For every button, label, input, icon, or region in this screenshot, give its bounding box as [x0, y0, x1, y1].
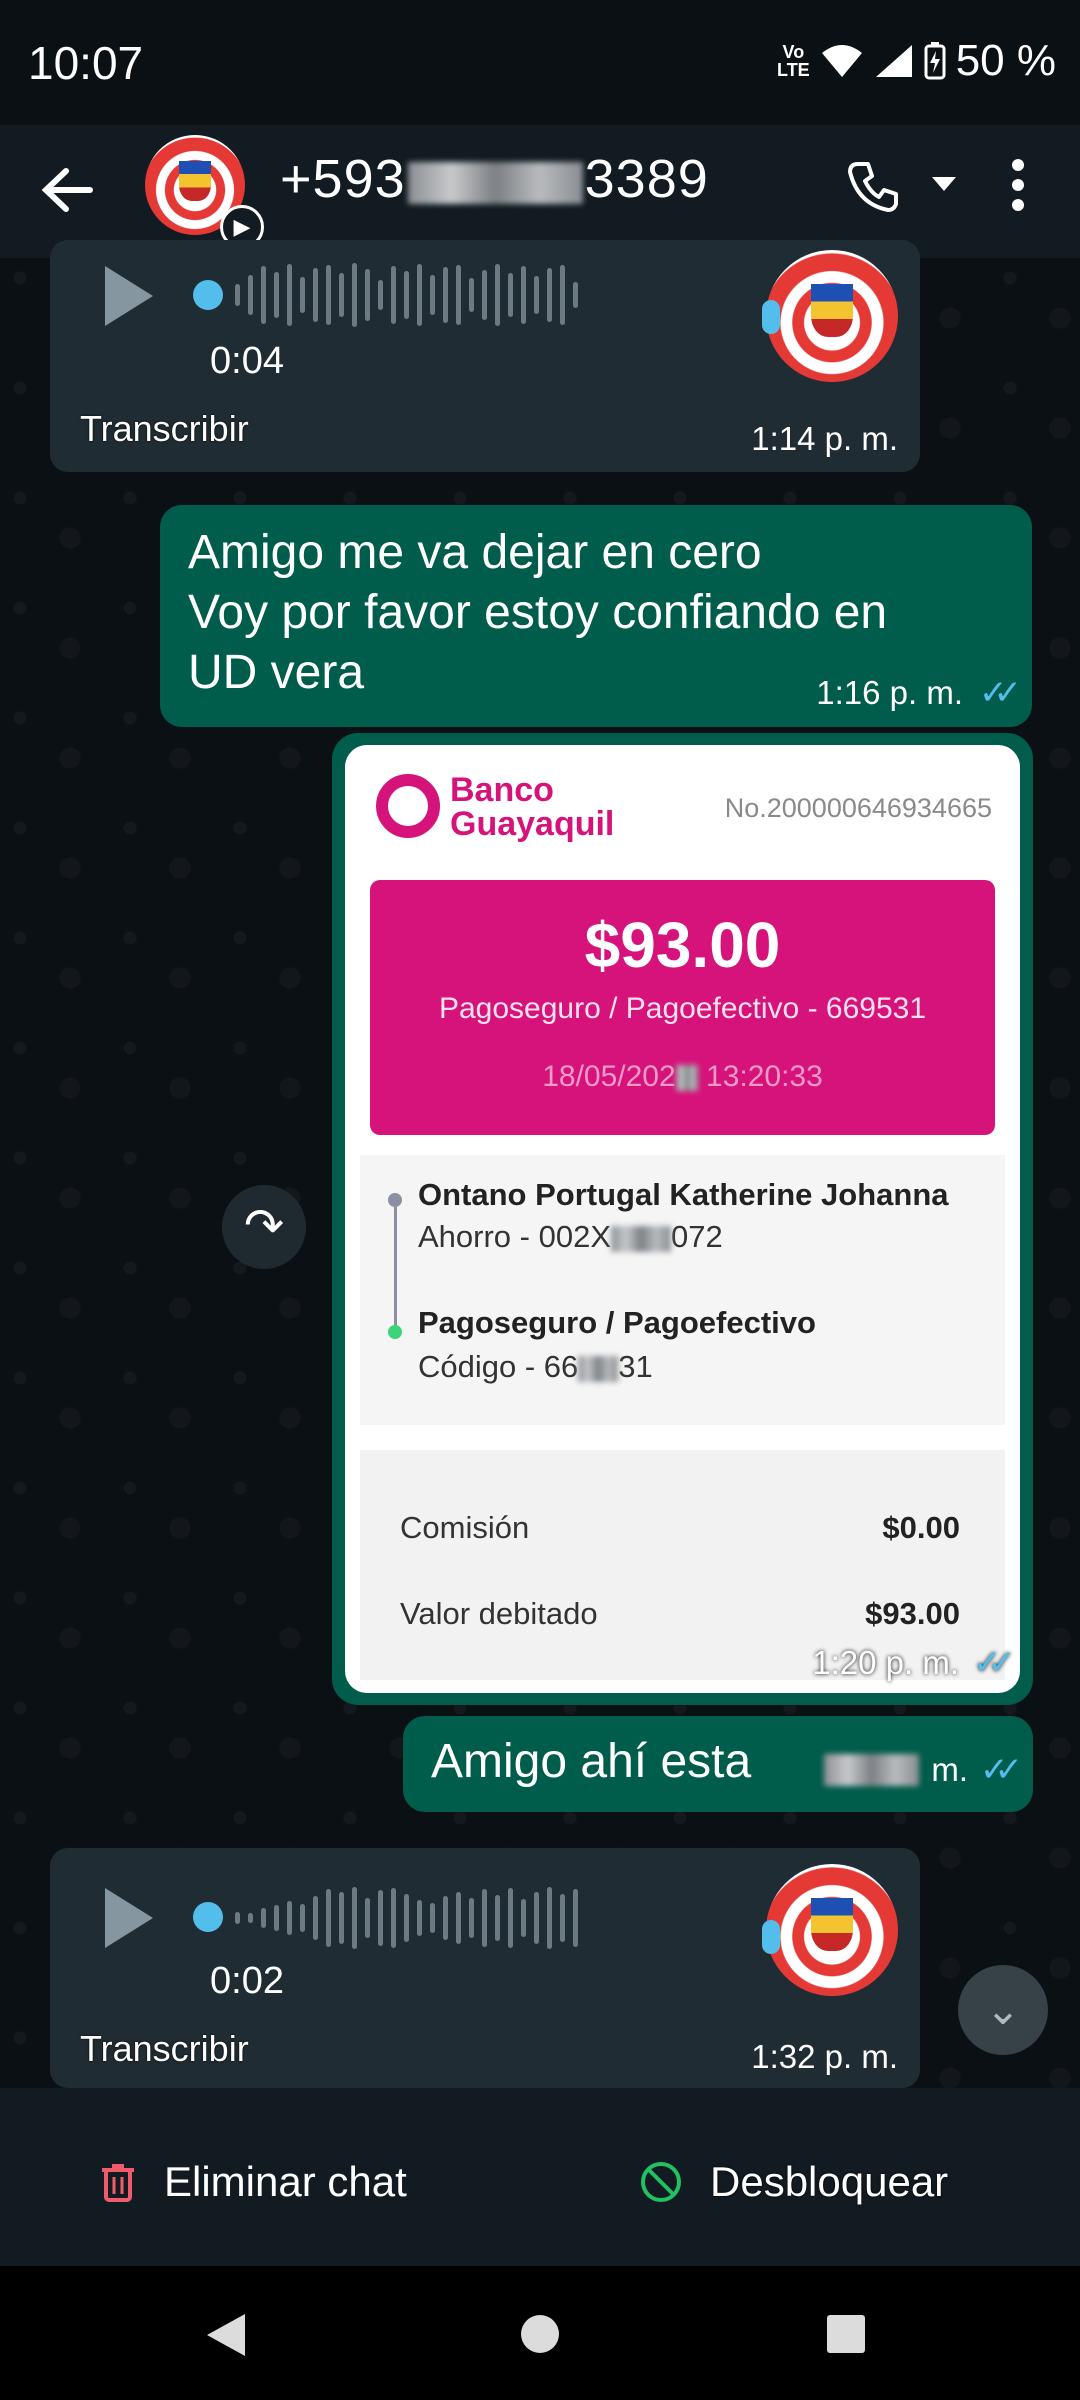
- mic-icon: [762, 300, 780, 334]
- call-dropdown-chevron-icon[interactable]: [930, 175, 958, 193]
- recipient-name: Pagoseguro / Pagoefectivo: [418, 1305, 816, 1340]
- audio-waveform[interactable]: [235, 1883, 578, 1953]
- phone-call-icon[interactable]: [848, 160, 900, 212]
- scroll-to-bottom-icon[interactable]: ⌄: [958, 1965, 1048, 2055]
- delete-chat-label: Eliminar chat: [164, 2158, 407, 2205]
- message-line: UD vera: [188, 646, 365, 699]
- message-line: Voy por favor estoy confiando en: [188, 586, 888, 639]
- back-arrow-icon[interactable]: [40, 165, 94, 215]
- unblock-icon: [641, 2162, 681, 2202]
- signal-icon: [875, 45, 912, 77]
- nav-back-icon[interactable]: [205, 2312, 247, 2358]
- status-bar: 10:07 Vo LTE 50 %: [0, 0, 1080, 125]
- sender-account: Ahorro - 002X 072: [418, 1219, 723, 1254]
- receipt-date: 18/05/202 13:20:33: [542, 1060, 823, 1093]
- outgoing-message: Amigo ahí esta m. ✓✓: [403, 1716, 1033, 1812]
- audio-progress-dot[interactable]: [193, 280, 223, 310]
- receipt-number: No.200000646934665: [724, 793, 992, 823]
- transcribe-button[interactable]: Transcribir: [80, 408, 249, 450]
- system-nav-bar: [0, 2266, 1080, 2400]
- outgoing-message: Amigo me va dejar en cero Voy por favor …: [160, 505, 1032, 727]
- transfer-details: Ontano Portugal Katherine Johanna Ahorro…: [360, 1155, 1005, 1425]
- play-icon[interactable]: [105, 266, 153, 326]
- wifi-icon: [821, 45, 862, 77]
- message-time: m.: [931, 1751, 969, 1788]
- read-ticks-icon: ✓✓: [973, 1644, 1016, 1682]
- mic-icon: [762, 1920, 780, 1954]
- more-options-icon[interactable]: [1010, 158, 1026, 212]
- read-ticks-icon: ✓✓: [980, 1751, 1023, 1789]
- battery-percent: 50 %: [955, 36, 1056, 85]
- audio-duration: 0:02: [210, 1960, 284, 2002]
- audio-waveform[interactable]: [235, 260, 578, 330]
- read-ticks-icon: ✓✓: [979, 674, 1022, 712]
- fee-label: Comisión: [400, 1510, 530, 1545]
- transcribe-button[interactable]: Transcribir: [80, 2028, 249, 2070]
- forward-icon[interactable]: ↷: [222, 1185, 306, 1269]
- audio-duration: 0:04: [210, 340, 284, 382]
- sender-name: Ontano Portugal Katherine Johanna: [418, 1177, 949, 1212]
- message-time: 1:14 p. m.: [751, 420, 898, 457]
- volte-icon: Vo LTE: [777, 42, 810, 80]
- message-line: Amigo me va dejar en cero: [188, 526, 762, 579]
- sender-avatar: [766, 1864, 898, 1996]
- recipient-code: Código - 66 31: [418, 1349, 653, 1384]
- nav-recents-icon[interactable]: [826, 2314, 866, 2354]
- voice-message-incoming: 0:02 Transcribir 1:32 p. m.: [50, 1848, 920, 2088]
- trash-icon: [102, 2164, 134, 2202]
- message-text: Amigo ahí esta: [431, 1735, 752, 1788]
- amount-panel: $93.00 Pagoseguro / Pagoefectivo - 66953…: [370, 880, 995, 1135]
- status-icons: Vo LTE 50 %: [777, 36, 1056, 86]
- voice-message-incoming: 0:04 Transcribir 1:14 p. m.: [50, 240, 920, 472]
- unblock-button[interactable]: Desbloquear: [640, 2158, 948, 2206]
- bank-guayaquil-logo-icon: [376, 774, 440, 838]
- bank-name-line2: Guayaquil: [450, 805, 615, 843]
- message-time: 1:16 p. m.: [816, 674, 964, 711]
- unblock-label: Desbloquear: [710, 2158, 949, 2205]
- blocked-contact-bar: Eliminar chat Desbloquear: [0, 2088, 1080, 2266]
- message-time: 1:20 p. m.: [812, 1644, 960, 1681]
- bank-receipt-image[interactable]: Banco Guayaquil No.200000646934665 $93.0…: [345, 745, 1020, 1693]
- fee-value: $0.00: [882, 1510, 960, 1545]
- delete-chat-button[interactable]: Eliminar chat: [100, 2158, 407, 2206]
- debit-value: $93.00: [865, 1596, 960, 1631]
- battery-icon: [924, 42, 946, 80]
- message-time: 1:32 p. m.: [751, 2038, 898, 2075]
- receipt-description: Pagoseguro / Pagoefectivo - 669531: [438, 992, 927, 1025]
- contact-name[interactable]: +593 3389: [280, 148, 709, 210]
- status-time: 10:07: [28, 37, 144, 89]
- sender-avatar: [766, 250, 898, 382]
- audio-progress-dot[interactable]: [193, 1902, 223, 1932]
- receipt-amount: $93.00: [584, 909, 781, 981]
- bank-name-line1: Banco: [450, 771, 554, 809]
- nav-home-icon[interactable]: [520, 2314, 560, 2354]
- play-icon[interactable]: [105, 1888, 153, 1948]
- debit-label: Valor debitado: [400, 1596, 598, 1631]
